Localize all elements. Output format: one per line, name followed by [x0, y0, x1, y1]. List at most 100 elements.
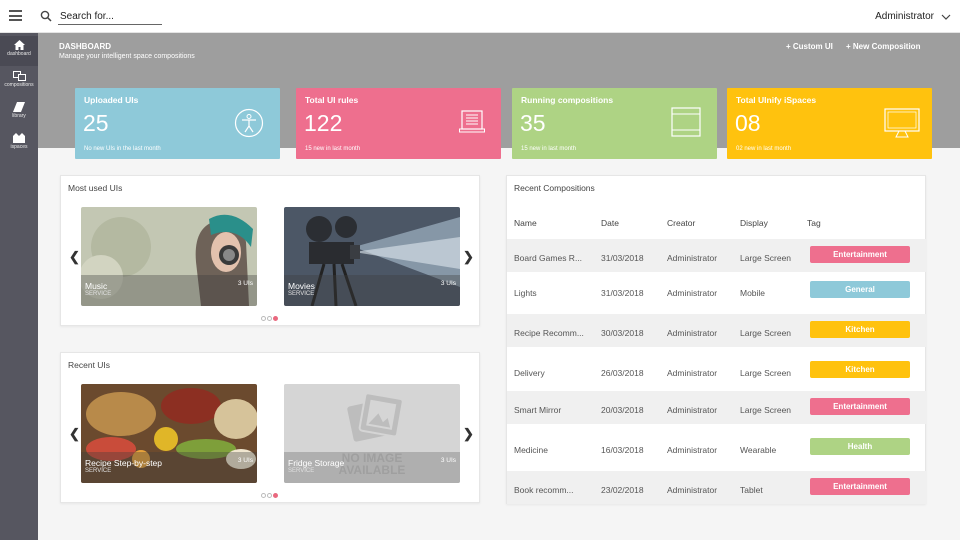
cell-name: Book recomm...	[514, 485, 574, 495]
carousel-dot[interactable]	[273, 493, 278, 498]
stat-subtitle: 15 new in last month	[521, 146, 577, 152]
cell-display: Large Screen	[740, 328, 792, 338]
page-title: DASHBOARD	[59, 42, 111, 51]
recent-uis-card: Recent UIs ❮ ❯ Recipe Step-by-step SERVI…	[60, 352, 480, 503]
cell-name: Delivery	[514, 368, 545, 378]
stat-card-ui-rules[interactable]: Total UI rules 122 15 new in last month	[296, 88, 501, 159]
table-row[interactable]: Lights 31/03/2018 Administrator Mobile Gener…	[507, 274, 927, 307]
cell-display: Mobile	[740, 288, 766, 298]
tag-badge[interactable]: Health	[810, 438, 910, 455]
stat-title: Running compositions	[521, 95, 614, 105]
stat-value: 122	[304, 110, 343, 136]
top-bar: Administrator	[0, 0, 960, 33]
tag-badge[interactable]: Kitchen	[810, 321, 910, 338]
carousel-dot[interactable]	[273, 316, 278, 321]
sidebar-item-label: compositions	[4, 82, 34, 88]
cell-date: 23/02/2018	[601, 485, 644, 495]
tag-badge[interactable]: General	[810, 281, 910, 298]
table-row[interactable]: Book recomm... 23/02/2018 Administrator Tab…	[507, 471, 927, 504]
hamburger-menu-icon[interactable]	[9, 10, 22, 21]
stat-card-uploaded-uis[interactable]: Uploaded UIs 25 No new UIs in the last m…	[75, 88, 280, 159]
cell-date: 16/03/2018	[601, 445, 644, 455]
tile-fridge-storage[interactable]: NO IMAGE AVAILABLE Fridge Storage SERVIC…	[284, 384, 460, 483]
table-row[interactable]: Board Games R... 31/03/2018 Administrator L…	[507, 239, 927, 272]
tile-name: Recipe Step-by-step	[85, 458, 163, 468]
window-icon	[671, 107, 701, 137]
tile-count: 3 UIs	[237, 280, 253, 287]
cell-name: Lights	[514, 288, 537, 298]
search-icon	[40, 10, 52, 22]
column-header-date[interactable]: Date	[601, 218, 619, 228]
card-title: Recent Compositions	[514, 183, 595, 193]
tile-recipe-step-by-step[interactable]: Recipe Step-by-step SERVICE 3 UIs	[81, 384, 257, 483]
stat-title: Total UInify iSpaces	[736, 95, 817, 105]
column-header-name[interactable]: Name	[514, 218, 537, 228]
column-header-tag[interactable]: Tag	[807, 218, 821, 228]
tile-music[interactable]: Music SERVICE 3 UIs	[81, 207, 257, 306]
stat-card-running-compositions[interactable]: Running compositions 35 15 new in last m…	[512, 88, 717, 159]
stat-title: Total UI rules	[305, 95, 359, 105]
table-row[interactable]: Delivery 26/03/2018 Administrator Large Scr…	[507, 354, 927, 387]
carousel-dot[interactable]	[261, 316, 266, 321]
sidebar-item-label: library	[12, 113, 26, 119]
carousel-dots	[261, 493, 278, 498]
stat-value: 25	[83, 110, 109, 136]
cell-creator: Administrator	[667, 328, 718, 338]
new-composition-button[interactable]: + New Composition	[846, 42, 920, 51]
table-row[interactable]: Recipe Recomm... 30/03/2018 Administrator L…	[507, 314, 927, 347]
table-row[interactable]: Smart Mirror 20/03/2018 Administrator Large…	[507, 391, 927, 424]
carousel-next-arrow[interactable]: ❯	[463, 426, 474, 442]
recent-compositions-card: Recent Compositions Name Date Creator Di…	[506, 175, 927, 504]
column-header-creator[interactable]: Creator	[667, 218, 695, 228]
tile-name: Music	[85, 281, 108, 291]
card-title: Recent UIs	[68, 360, 111, 370]
search-input[interactable]	[58, 9, 162, 25]
tile-type: SERVICE	[288, 291, 315, 297]
cell-date: 31/03/2018	[601, 253, 644, 263]
chevron-down-icon	[941, 14, 951, 20]
card-title: Most used UIs	[68, 183, 123, 193]
carousel-dot[interactable]	[267, 493, 272, 498]
column-header-display[interactable]: Display	[740, 218, 768, 228]
cell-name: Smart Mirror	[514, 405, 562, 415]
carousel-dot[interactable]	[267, 316, 272, 321]
sidebar: dashboard compositions library ispaces	[0, 33, 38, 540]
sidebar-item-dashboard[interactable]: dashboard	[0, 36, 38, 66]
sidebar-item-label: ispaces	[10, 144, 28, 150]
tile-movies[interactable]: Movies SERVICE 3 UIs	[284, 207, 460, 306]
tag-badge[interactable]: Entertainment	[810, 246, 910, 263]
carousel-prev-arrow[interactable]: ❮	[69, 426, 80, 442]
page-subtitle: Manage your intelligent space compositio…	[59, 53, 195, 60]
sidebar-item-ispaces[interactable]: ispaces	[0, 129, 38, 159]
stat-card-ispaces[interactable]: Total UInify iSpaces 08 02 new in last m…	[727, 88, 932, 159]
stat-title: Uploaded UIs	[84, 95, 139, 105]
cell-date: 30/03/2018	[601, 328, 644, 338]
tag-badge[interactable]: Entertainment	[810, 478, 910, 495]
custom-ui-button[interactable]: + Custom UI	[786, 42, 833, 51]
carousel-dot[interactable]	[261, 493, 266, 498]
cell-creator: Administrator	[667, 288, 718, 298]
library-icon	[13, 102, 25, 112]
cell-display: Tablet	[740, 485, 763, 495]
stat-value: 35	[520, 110, 546, 136]
tile-count: 3 UIs	[440, 457, 456, 464]
user-menu[interactable]: Administrator	[875, 11, 951, 22]
tile-type: SERVICE	[85, 468, 112, 474]
tile-type: SERVICE	[288, 468, 315, 474]
sidebar-item-compositions[interactable]: compositions	[0, 67, 38, 97]
cell-date: 26/03/2018	[601, 368, 644, 378]
stat-value: 08	[735, 110, 761, 136]
cell-display: Large Screen	[740, 405, 792, 415]
carousel-prev-arrow[interactable]: ❮	[69, 249, 80, 265]
tag-badge[interactable]: Kitchen	[810, 361, 910, 378]
sidebar-item-library[interactable]: library	[0, 98, 38, 128]
tile-type: SERVICE	[85, 291, 112, 297]
table-row[interactable]: Medicine 16/03/2018 Administrator Wearable H…	[507, 431, 927, 464]
cell-display: Large Screen	[740, 368, 792, 378]
carousel-next-arrow[interactable]: ❯	[463, 249, 474, 265]
monitor-icon	[884, 108, 920, 138]
tile-name: Movies	[288, 281, 315, 291]
tag-badge[interactable]: Entertainment	[810, 398, 910, 415]
carousel-dots	[261, 316, 278, 321]
cell-date: 20/03/2018	[601, 405, 644, 415]
